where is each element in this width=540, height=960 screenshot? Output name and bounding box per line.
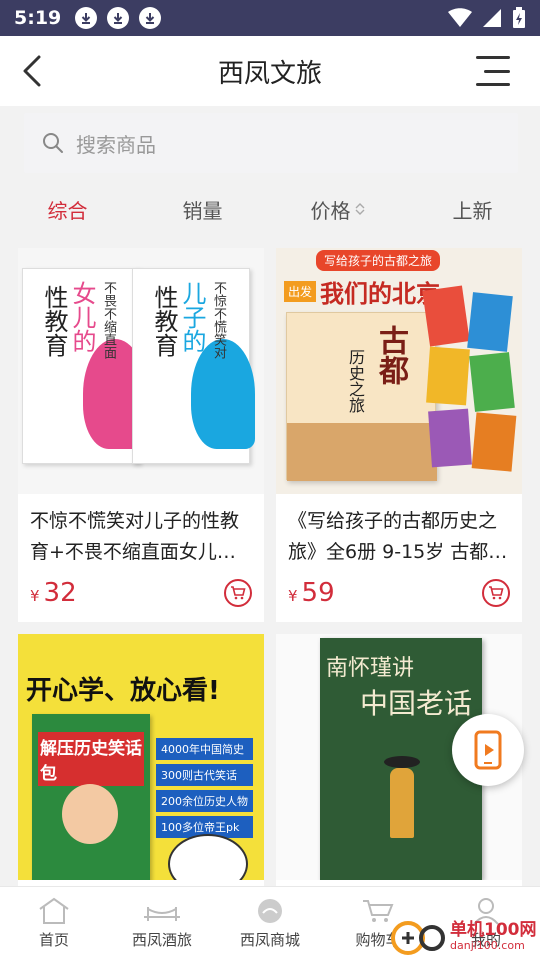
product-price: 59 (301, 578, 335, 608)
nav-home[interactable]: 首页 (0, 887, 108, 960)
tab-newest[interactable]: 上新 (405, 180, 540, 238)
watermark-logo-icon (391, 921, 445, 955)
status-bar: 5:19 (0, 0, 540, 36)
download-icon (107, 7, 130, 29)
add-to-cart-button[interactable] (224, 579, 252, 607)
currency-symbol: ¥ (288, 587, 298, 605)
sort-arrows-icon (355, 202, 365, 216)
product-card[interactable]: 开心学、放心看! 解压历史笑话包 4000年中国简史 300则古代笑话 200余… (18, 634, 264, 886)
nav-wine-travel[interactable]: 西凤酒旅 (108, 887, 216, 960)
cart-icon (489, 586, 504, 600)
mall-icon (258, 899, 282, 923)
search-input[interactable]: 搜索商品 (24, 113, 518, 173)
wifi-icon (448, 8, 472, 27)
product-image: 开心学、放心看! 解压历史笑话包 4000年中国简史 300则古代笑话 200余… (18, 634, 264, 880)
product-name: 《写给孩子的古都历史之旅》全6册 9-15岁 古都历史 (288, 510, 508, 563)
phone-play-icon (474, 730, 502, 770)
product-card[interactable]: 写给孩子的古都之旅 出发 我们的北京 古都 历史之旅 《写给孩子的古都历史之旅》… (276, 248, 522, 622)
product-image: 写给孩子的古都之旅 出发 我们的北京 古都 历史之旅 (276, 248, 522, 494)
menu-button[interactable] (476, 56, 510, 86)
price-row: ¥ 59 (276, 572, 522, 608)
page-title: 西凤文旅 (217, 58, 322, 89)
status-time: 5:19 (14, 7, 62, 29)
watermark: 单机100网 danji100.com (388, 916, 537, 956)
tab-price[interactable]: 价格 (270, 180, 405, 238)
cart-icon (231, 586, 246, 600)
signal-icon (483, 9, 501, 27)
back-button[interactable] (18, 54, 46, 88)
search-icon (43, 133, 63, 153)
product-image: 性教育 女儿的 不畏不缩直面 性教育 儿子的 不惊不慌笑对 (18, 248, 264, 494)
add-to-cart-button[interactable] (482, 579, 510, 607)
price-row: ¥ 32 (18, 572, 264, 608)
floating-video-button[interactable] (452, 714, 524, 786)
product-card[interactable]: 性教育 女儿的 不畏不缩直面 性教育 儿子的 不惊不慌笑对 不惊不慌笑对儿子的性… (18, 248, 264, 622)
tab-sales[interactable]: 销量 (135, 180, 270, 238)
battery-icon (513, 7, 525, 28)
download-icon (139, 7, 162, 29)
menu-icon (476, 56, 510, 59)
product-price: 32 (43, 578, 77, 608)
currency-symbol: ¥ (30, 587, 40, 605)
nav-mall[interactable]: 西凤商城 (216, 887, 324, 960)
product-name: 不惊不慌笑对儿子的性教育+不畏不缩直面女儿的性教育 (30, 510, 240, 563)
bridge-icon (144, 907, 180, 921)
app-header: 西凤文旅 (0, 36, 540, 106)
home-icon (39, 897, 69, 924)
chevron-left-icon (23, 55, 41, 87)
search-placeholder: 搜索商品 (76, 132, 156, 157)
sort-bar: 综合 销量 价格 上新 (0, 180, 540, 238)
tab-comprehensive[interactable]: 综合 (0, 180, 135, 238)
download-icon (75, 7, 98, 29)
